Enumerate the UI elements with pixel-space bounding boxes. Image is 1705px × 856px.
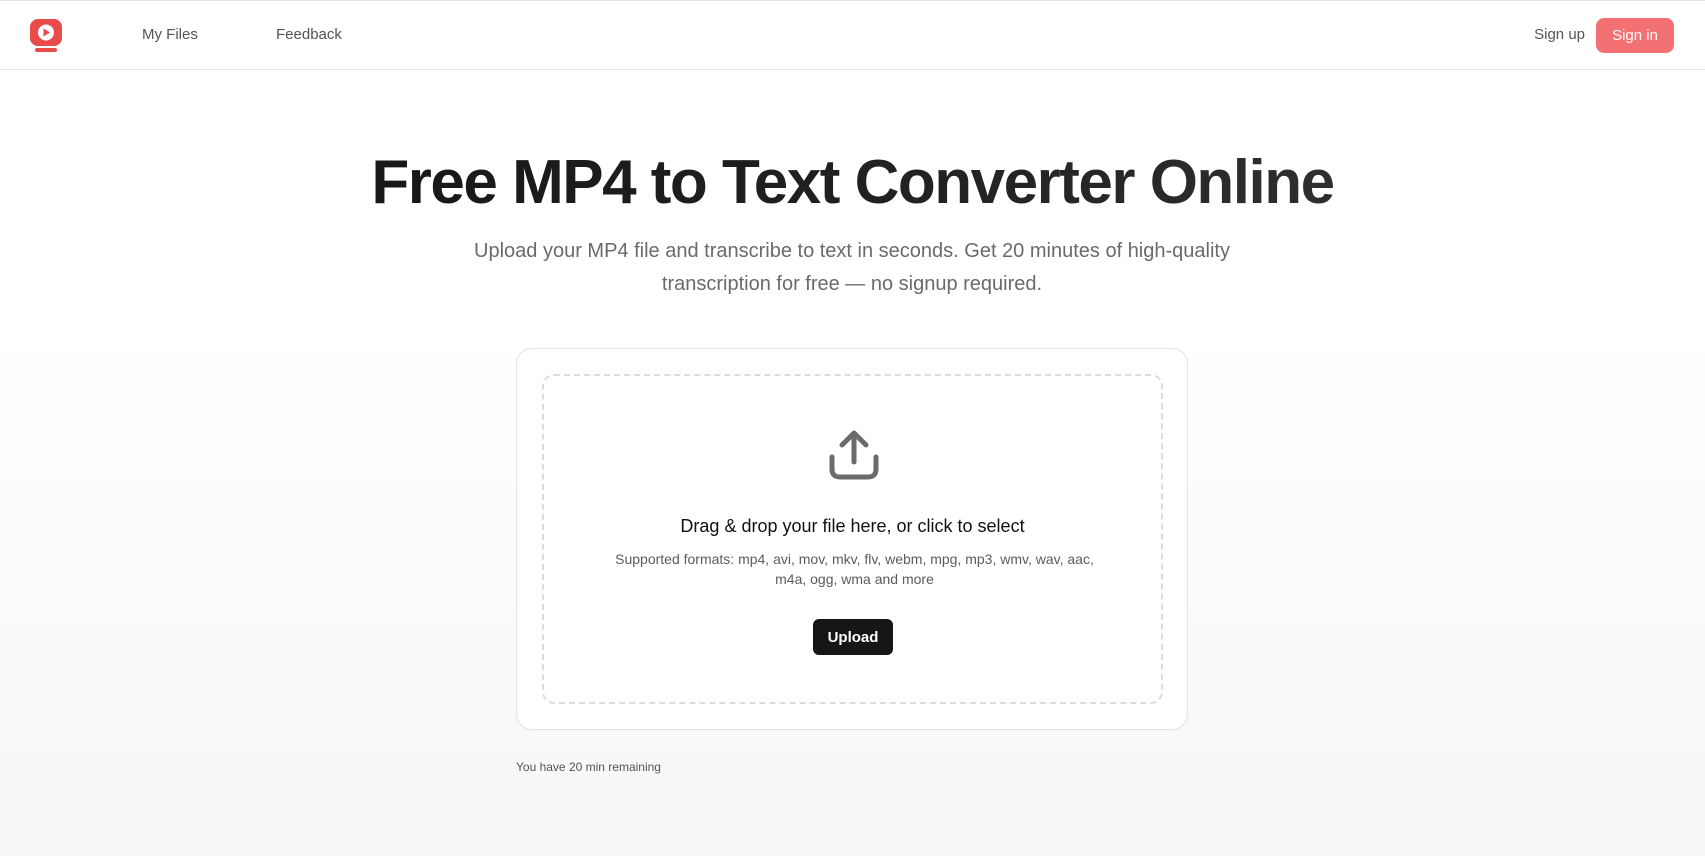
- remaining-minutes-text: You have 20 min remaining: [516, 760, 661, 774]
- supported-formats-text: Supported formats: mp4, avi, mov, mkv, f…: [615, 551, 1094, 587]
- top-navigation-bar: My Files Feedback Sign up Sign in: [0, 0, 1705, 70]
- nav-my-files-link[interactable]: My Files: [142, 26, 198, 43]
- nav-feedback-link[interactable]: Feedback: [276, 26, 342, 43]
- file-dropzone[interactable]: Drag & drop your file here, or click to …: [542, 374, 1163, 704]
- upload-icon: [827, 430, 881, 480]
- page-title: Free MP4 to Text Converter Online: [0, 148, 1705, 218]
- upload-button[interactable]: Upload: [813, 619, 893, 655]
- sign-up-link[interactable]: Sign up: [1534, 26, 1585, 43]
- sign-in-button[interactable]: Sign in: [1596, 18, 1674, 53]
- page-subtitle: Upload your MP4 file and transcribe to t…: [474, 240, 1230, 295]
- dropzone-title: Drag & drop your file here, or click to …: [680, 516, 1025, 536]
- upload-card: Drag & drop your file here, or click to …: [516, 348, 1188, 730]
- play-logo-icon[interactable]: [30, 19, 62, 53]
